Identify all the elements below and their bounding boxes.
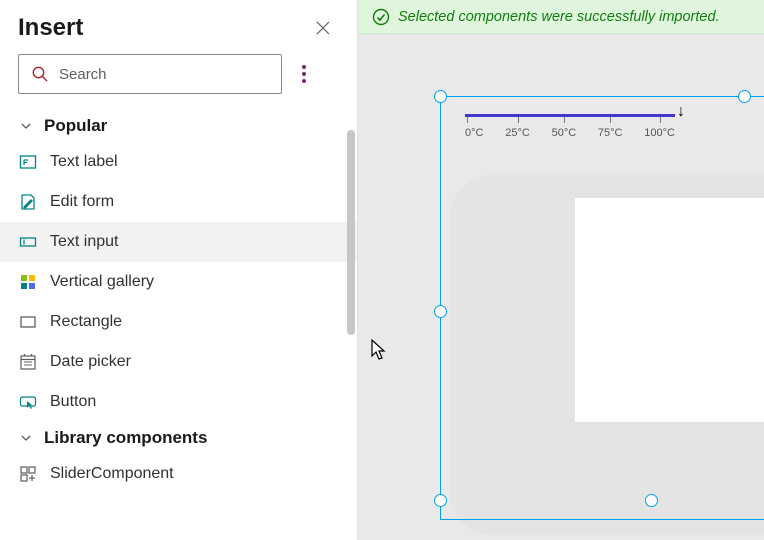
chevron-down-icon xyxy=(18,118,34,134)
arrow-down-icon: ↓ xyxy=(677,103,685,121)
text-input-icon xyxy=(18,232,38,252)
item-label: Button xyxy=(50,393,96,411)
tick-label: 100°C xyxy=(644,127,675,139)
section-library[interactable]: Library components xyxy=(0,422,357,454)
chevron-down-icon xyxy=(18,430,34,446)
panel-header: Insert xyxy=(0,0,357,54)
success-banner: Selected components were successfully im… xyxy=(358,0,764,34)
section-label: Library components xyxy=(44,428,207,448)
resize-handle-bottom-left[interactable] xyxy=(434,494,447,507)
resize-handle-top-left[interactable] xyxy=(434,90,447,103)
close-panel-button[interactable] xyxy=(309,14,337,42)
rectangle-icon xyxy=(18,312,38,332)
calendar-icon xyxy=(18,352,38,372)
text-label-icon xyxy=(18,152,38,172)
slider-component-preview: ↓ 0°C 25°C 50°C 75°C 100°C xyxy=(465,114,675,139)
section-label: Popular xyxy=(44,116,107,136)
item-rectangle[interactable]: Rectangle xyxy=(0,302,357,342)
search-input[interactable] xyxy=(59,66,269,83)
close-icon xyxy=(315,20,331,36)
component-tree: Popular Text label Edit form Text input xyxy=(0,110,357,540)
item-label: SliderComponent xyxy=(50,465,174,483)
resize-handle-bottom-middle[interactable] xyxy=(645,494,658,507)
dots-icon xyxy=(302,65,306,69)
search-row xyxy=(0,54,357,104)
panel-scrollbar[interactable] xyxy=(347,130,355,335)
item-text-input[interactable]: Text input xyxy=(0,222,357,262)
item-label: Edit form xyxy=(50,193,114,211)
search-icon xyxy=(31,65,49,83)
search-box[interactable] xyxy=(18,54,282,94)
panel-title: Insert xyxy=(18,14,83,42)
section-popular[interactable]: Popular xyxy=(0,110,357,142)
slider-ticks: 0°C 25°C 50°C 75°C 100°C xyxy=(465,127,675,139)
button-icon xyxy=(18,392,38,412)
item-text-label[interactable]: Text label xyxy=(0,142,357,182)
more-options-button[interactable] xyxy=(296,59,312,89)
tick-label: 0°C xyxy=(465,127,483,139)
edit-form-icon xyxy=(18,192,38,212)
insert-panel: Insert Popular xyxy=(0,0,358,540)
item-edit-form[interactable]: Edit form xyxy=(0,182,357,222)
selection-box[interactable] xyxy=(440,96,764,520)
item-label: Vertical gallery xyxy=(50,273,154,291)
gallery-icon xyxy=(18,272,38,292)
component-icon xyxy=(18,464,38,484)
item-date-picker[interactable]: Date picker xyxy=(0,342,357,382)
item-button[interactable]: Button xyxy=(0,382,357,422)
tick-label: 50°C xyxy=(552,127,577,139)
tick-label: 75°C xyxy=(598,127,623,139)
app-root: Insert Popular xyxy=(0,0,764,540)
item-label: Text input xyxy=(50,233,118,251)
banner-message: Selected components were successfully im… xyxy=(398,9,720,25)
tick-label: 25°C xyxy=(505,127,530,139)
slider-track: ↓ xyxy=(465,114,675,117)
item-label: Rectangle xyxy=(50,313,122,331)
success-check-icon xyxy=(372,8,390,26)
item-label: Date picker xyxy=(50,353,131,371)
item-slider-component[interactable]: SliderComponent xyxy=(0,454,357,494)
resize-handle-middle-left[interactable] xyxy=(434,305,447,318)
item-label: Text label xyxy=(50,153,118,171)
item-vertical-gallery[interactable]: Vertical gallery xyxy=(0,262,357,302)
mouse-cursor-icon xyxy=(370,338,390,367)
resize-handle-top-right[interactable] xyxy=(738,90,751,103)
